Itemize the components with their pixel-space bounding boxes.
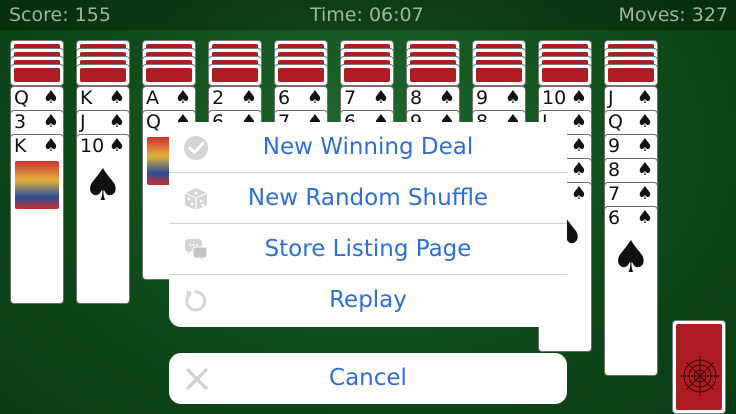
replay-label: Replay [329,287,407,313]
new-winning-deal-label: New Winning Deal [262,134,474,160]
action-sheet: New Winning Deal New Random Shuffle Stor… [169,122,567,327]
cancel-label: Cancel [329,365,407,391]
new-winning-deal-button[interactable]: New Winning Deal [169,122,567,173]
new-random-shuffle-label: New Random Shuffle [247,185,489,211]
cancel-button[interactable]: Cancel [169,353,567,404]
new-random-shuffle-button[interactable]: New Random Shuffle [169,173,567,224]
store-listing-page-button[interactable]: Store Listing Page [169,224,567,275]
action-sheet-overlay: New Winning Deal New Random Shuffle Stor… [0,0,736,414]
replay-button[interactable]: Replay [169,275,567,326]
store-listing-page-label: Store Listing Page [264,236,472,262]
